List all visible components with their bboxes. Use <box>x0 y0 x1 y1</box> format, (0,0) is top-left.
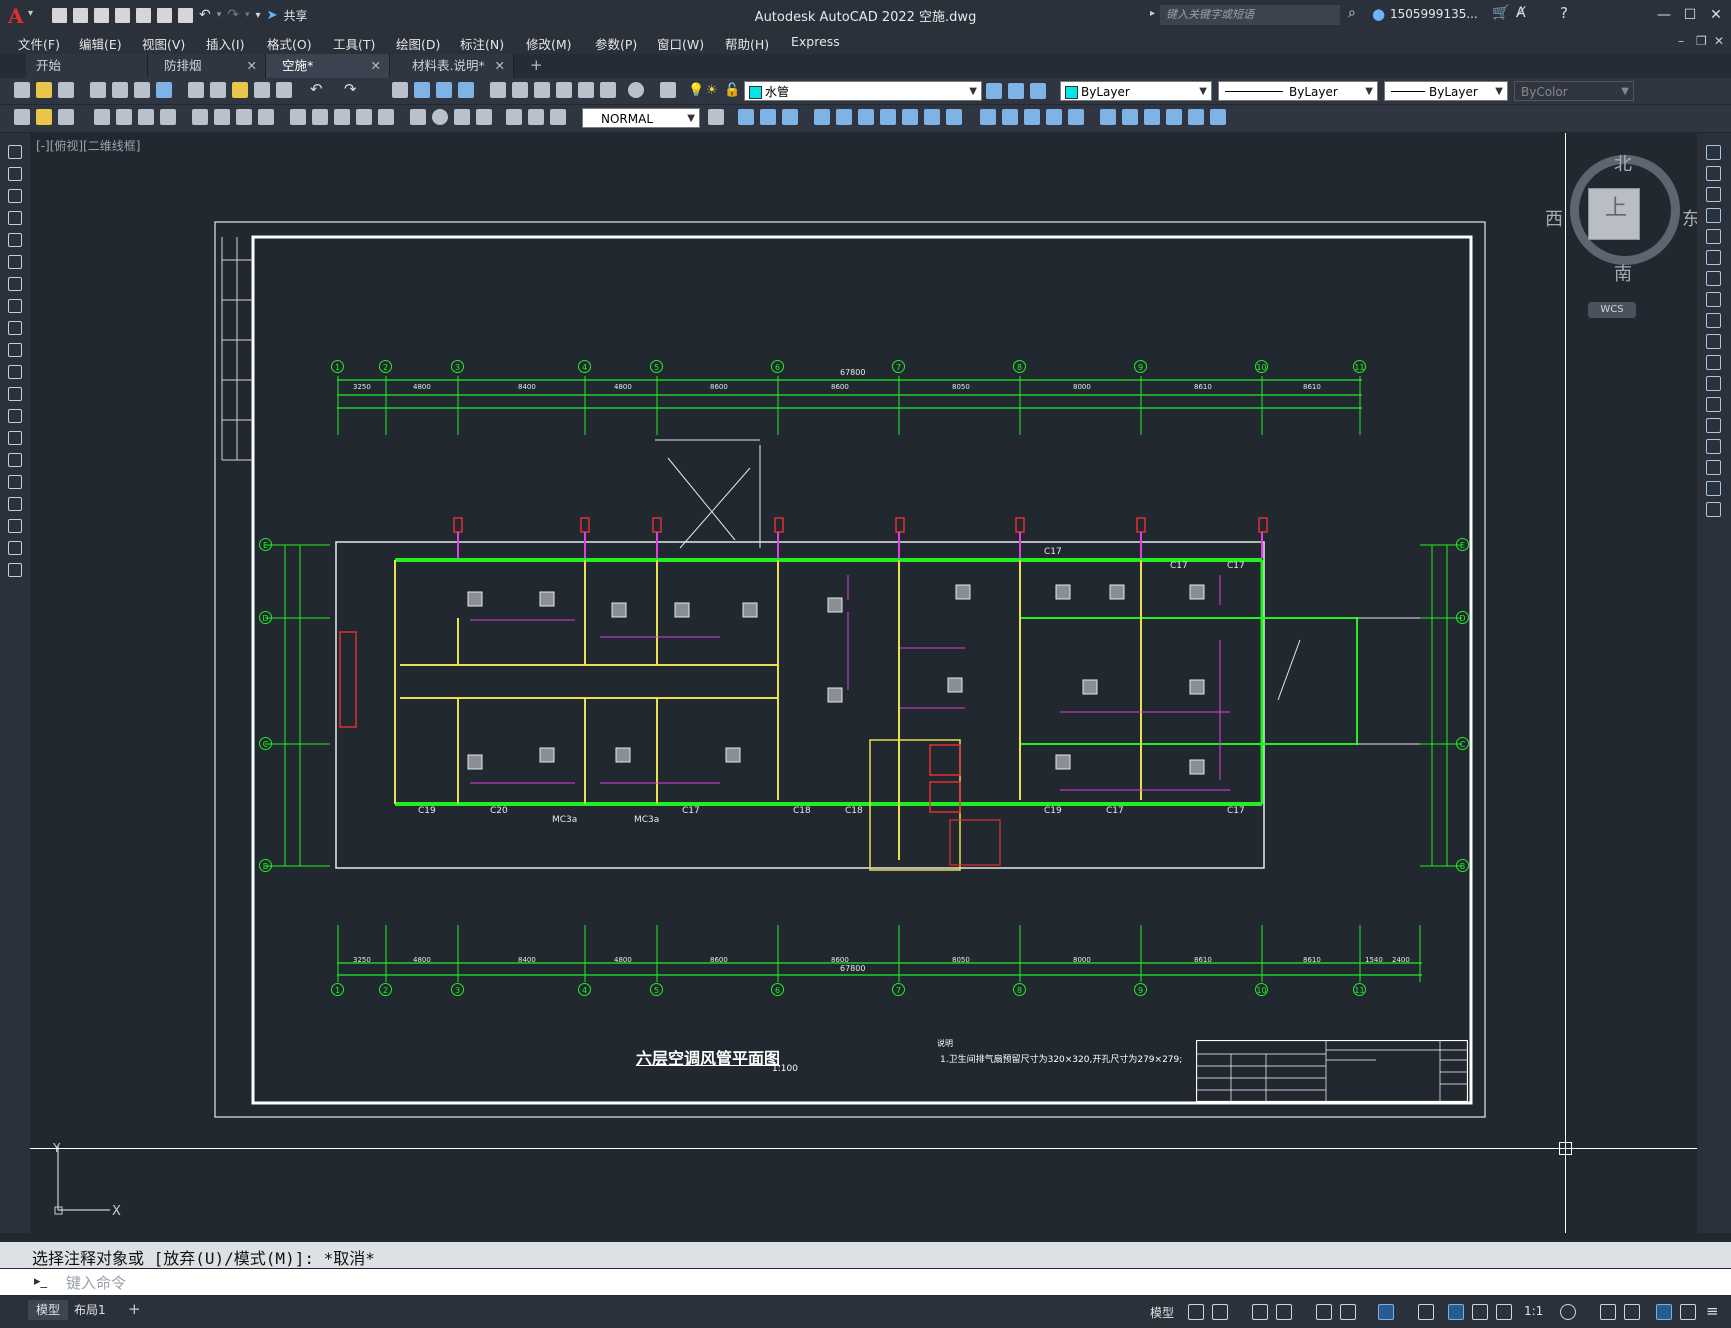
drawing-layer <box>214 221 1486 1118</box>
auto-scale-icon[interactable] <box>1472 1304 1488 1320</box>
top-dimension-lines <box>337 379 1362 409</box>
tab-layout1[interactable]: 布局1 <box>66 1300 114 1320</box>
axis-grid-lines <box>337 376 1421 982</box>
stretch-icon[interactable] <box>1706 313 1721 328</box>
add-layout-plus-icon[interactable]: + <box>128 1300 141 1318</box>
copy-icon[interactable] <box>1706 166 1721 181</box>
side-dimension-lines <box>265 544 1462 867</box>
viewcube-face-label: 上 <box>1605 196 1628 221</box>
roof-vents <box>453 517 1268 533</box>
detail-diagram <box>655 439 761 549</box>
drawing-outer-frame <box>214 221 1486 1118</box>
binding-strip <box>221 237 253 461</box>
break-icon[interactable] <box>1706 397 1721 412</box>
polar-icon[interactable] <box>1276 1304 1292 1320</box>
annotation-scale-icon[interactable] <box>1496 1304 1512 1320</box>
wcs-menu[interactable]: WCS <box>1588 302 1636 318</box>
mirror-icon[interactable] <box>1706 187 1721 202</box>
move-icon[interactable] <box>1706 250 1721 265</box>
offset-icon[interactable] <box>1706 208 1721 223</box>
join-icon[interactable] <box>1706 418 1721 433</box>
extend-icon[interactable] <box>1706 355 1721 370</box>
grid-icon[interactable] <box>1188 1304 1204 1320</box>
svg-text:X: X <box>112 1204 121 1219</box>
command-prompt-icon[interactable]: ▸_ <box>34 1274 47 1289</box>
scale-icon[interactable] <box>1706 292 1721 307</box>
viewcube-west[interactable]: 西 <box>1545 205 1563 231</box>
chamfer-icon[interactable] <box>1706 439 1721 454</box>
tab-model[interactable]: 模型 <box>28 1300 69 1320</box>
vent-risers <box>457 532 1263 558</box>
crosshair-horizontal <box>30 1148 1697 1149</box>
blend-curves-icon[interactable] <box>1706 481 1721 496</box>
hardware-accel-icon[interactable] <box>1656 1304 1672 1320</box>
crosshair-pickbox <box>1559 1142 1572 1155</box>
title-block <box>1196 1040 1468 1102</box>
rotate-icon[interactable] <box>1706 271 1721 286</box>
command-input-placeholder: 键入命令 <box>66 1274 127 1292</box>
command-history: 选择注释对象或 [放弃(U)/模式(M)]: *取消* <box>0 1242 1731 1268</box>
modify-toolbar <box>1697 133 1731 1233</box>
fullscreen-icon[interactable] <box>1680 1304 1696 1320</box>
air-units <box>467 584 1205 775</box>
model-space-indicator[interactable]: 模型 <box>1150 1304 1174 1321</box>
units-icon[interactable] <box>1624 1304 1640 1320</box>
bottom-dimension-lines <box>337 962 1422 976</box>
customization-menu-icon[interactable]: ≡ <box>1706 1302 1719 1320</box>
viewcube-north[interactable]: 北 <box>1614 150 1632 176</box>
command-input[interactable]: ▸_ 键入命令 <box>0 1269 1731 1295</box>
otrack-icon[interactable] <box>1340 1304 1356 1320</box>
ucs-icon: Y X <box>52 1141 121 1219</box>
lineweight-icon[interactable] <box>1418 1304 1434 1320</box>
array-icon[interactable] <box>1706 229 1721 244</box>
annotation-visibility-icon[interactable] <box>1448 1304 1464 1320</box>
explode-icon[interactable] <box>1706 502 1721 517</box>
command-history-text: 选择注释对象或 [放弃(U)/模式(M)]: *取消* <box>32 1249 375 1268</box>
trim-icon[interactable] <box>1706 334 1721 349</box>
annotation-monitor-icon[interactable] <box>1600 1304 1616 1320</box>
ortho-icon[interactable] <box>1252 1304 1268 1320</box>
break-at-point-icon[interactable] <box>1706 376 1721 391</box>
workspace-gear-icon[interactable] <box>1560 1304 1576 1320</box>
annotation-scale-value[interactable]: 1:1 <box>1524 1304 1543 1318</box>
erase-icon[interactable] <box>1706 145 1721 160</box>
fillet-icon[interactable] <box>1706 460 1721 475</box>
viewcube-south[interactable]: 南 <box>1614 260 1632 286</box>
status-bar: 模型 布局1 + 模型 1:1 ≡ <box>0 1296 1731 1328</box>
snap-icon[interactable] <box>1212 1304 1228 1320</box>
osnap-icon[interactable] <box>1378 1304 1394 1320</box>
drawing-inner-frame <box>251 235 1473 1105</box>
building-walls <box>335 541 1420 871</box>
isodraft-icon[interactable] <box>1316 1304 1332 1320</box>
